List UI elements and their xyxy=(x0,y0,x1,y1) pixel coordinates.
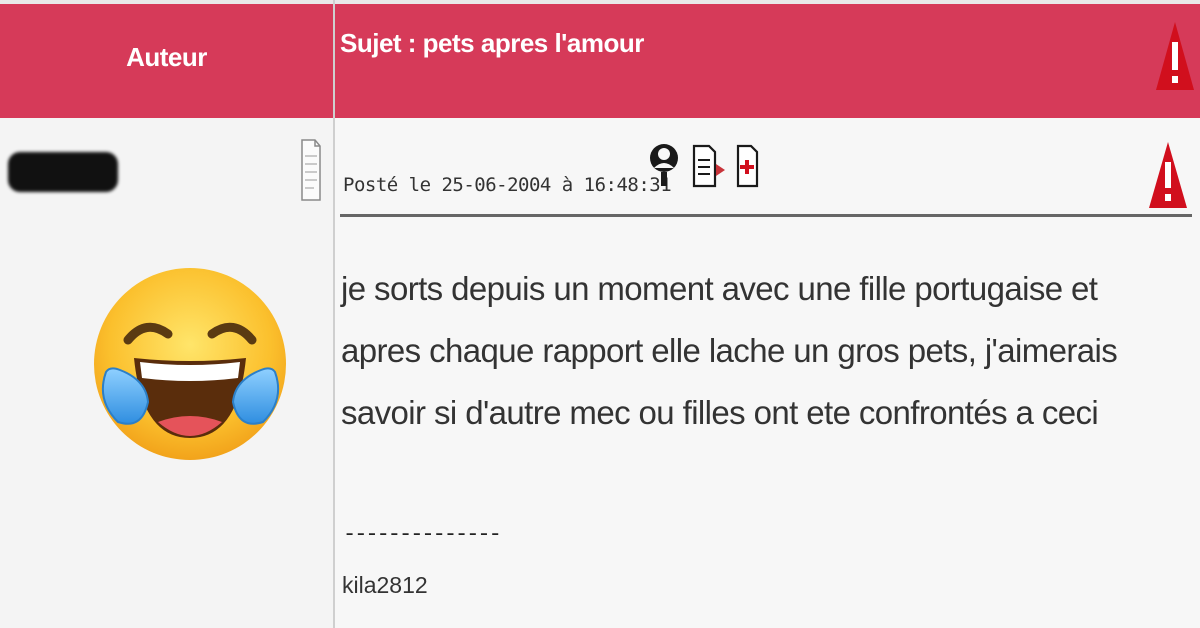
author-column-header: Auteur xyxy=(126,41,207,72)
post-timestamp: Posté le 25-06-2004 à 16:48:31 xyxy=(343,174,672,196)
alert-triangle-icon[interactable] xyxy=(1148,140,1188,210)
document-icon[interactable] xyxy=(300,138,322,202)
signature-text: kila2812 xyxy=(342,572,428,598)
post-body: je sorts depuis un moment avec une fille… xyxy=(341,270,1118,431)
author-username-redacted[interactable] xyxy=(8,152,118,192)
signature-separator: -------------- xyxy=(343,522,502,547)
alert-triangle-icon[interactable] xyxy=(1155,20,1195,92)
add-favorite-icon[interactable] xyxy=(736,144,760,188)
column-divider xyxy=(333,0,335,628)
forum-post: Auteur Sujet : pets apres l'amour Posté … xyxy=(0,0,1200,628)
tears-of-joy-emoji-icon xyxy=(94,268,286,460)
profile-icon[interactable] xyxy=(648,140,680,190)
post-header-divider xyxy=(340,214,1192,217)
topic-title: Sujet : pets apres l'amour xyxy=(340,28,644,58)
quote-icon[interactable] xyxy=(692,144,726,188)
